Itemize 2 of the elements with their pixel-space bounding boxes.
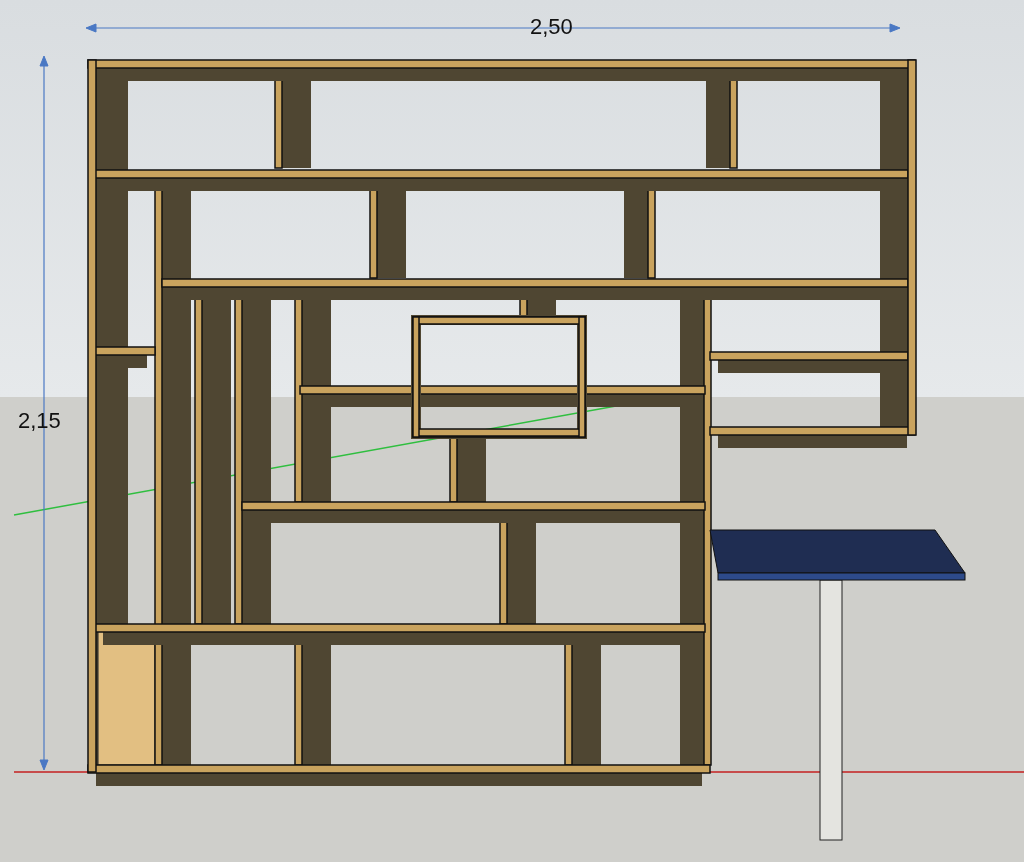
- dimension-label: 2,50: [530, 14, 573, 40]
- dimension-label: 2,15: [18, 408, 61, 434]
